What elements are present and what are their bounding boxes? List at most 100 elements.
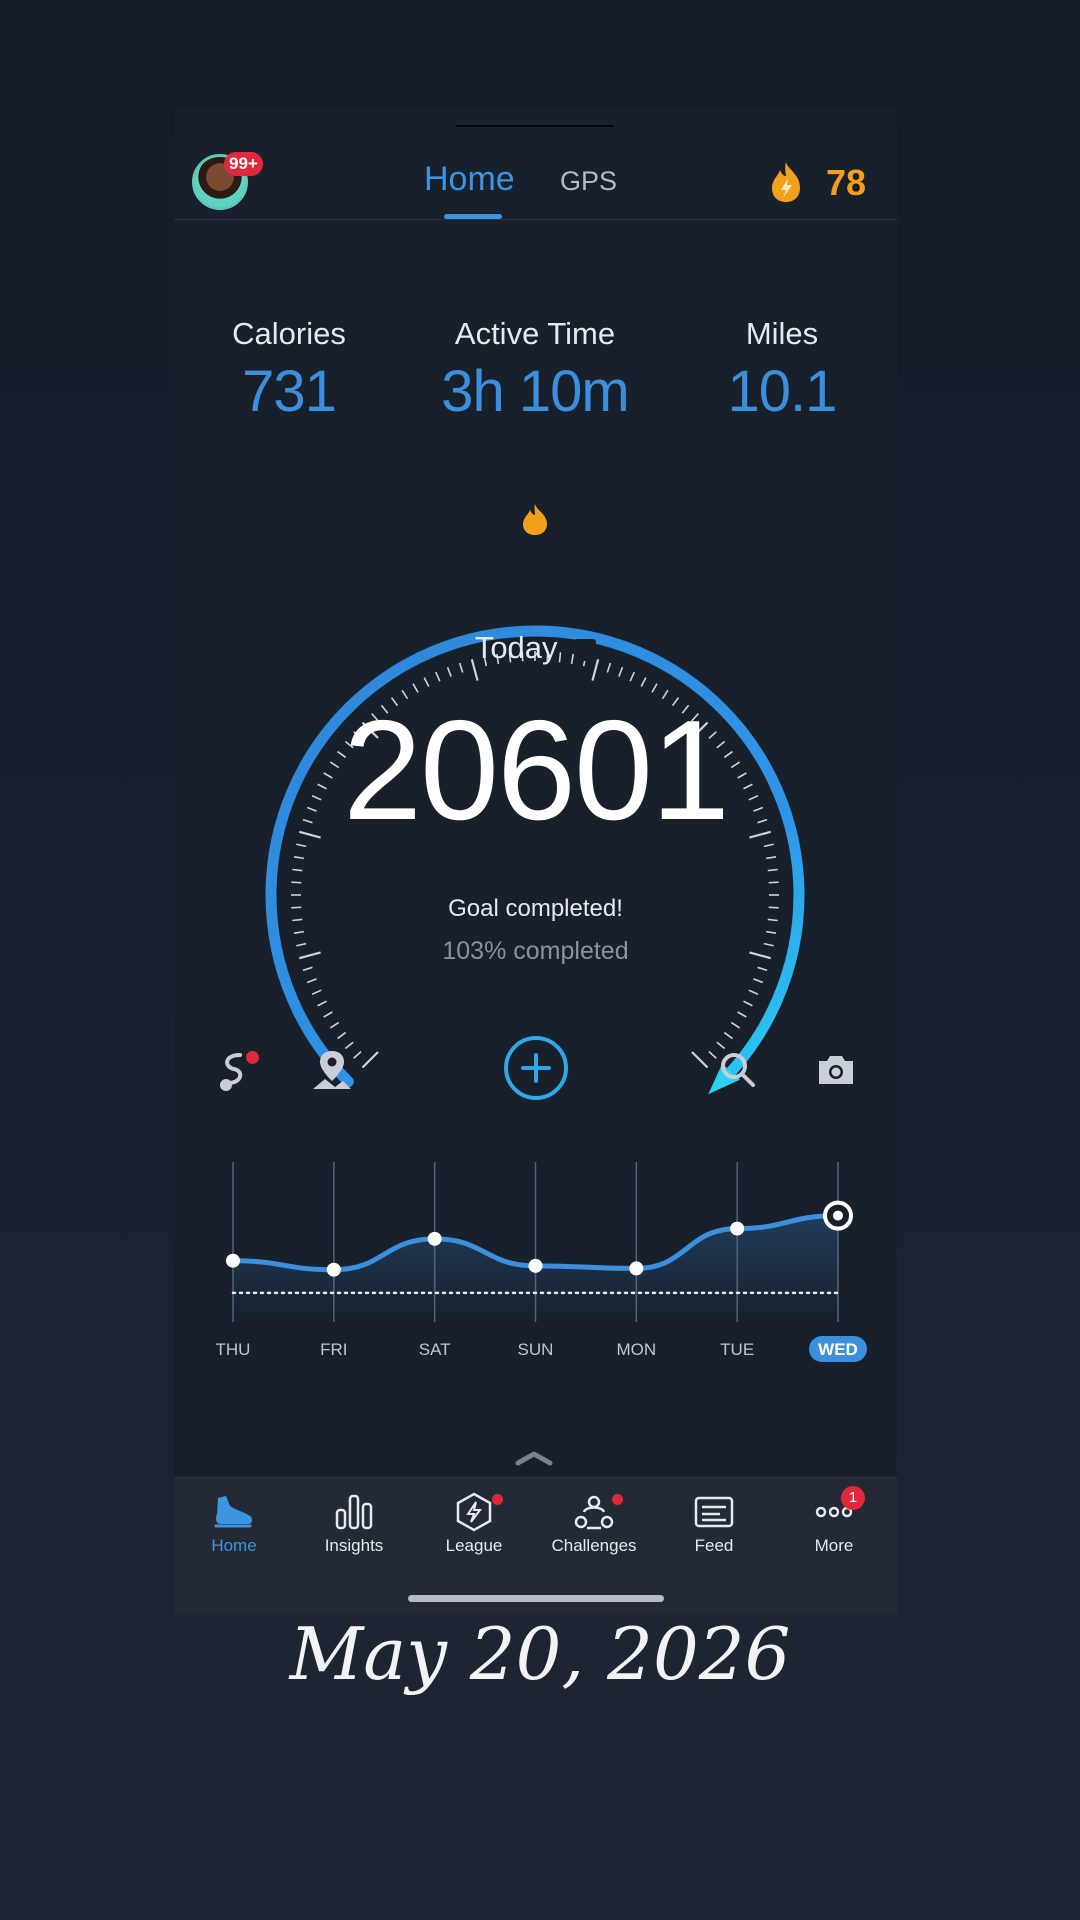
hexagon-bolt-icon <box>456 1492 492 1532</box>
goal-status: Goal completed! <box>448 895 623 922</box>
gauge-tick <box>306 978 317 984</box>
challenges-alert-dot <box>612 1494 623 1505</box>
gauge-tick <box>296 843 307 848</box>
gauge-tick <box>730 1021 741 1029</box>
search-icon <box>721 1053 755 1087</box>
nav-insights-label: Insights <box>324 1536 384 1555</box>
gauge-tick <box>723 1031 733 1040</box>
nav-feed-label: Feed <box>694 1536 734 1555</box>
bar-chart-icon <box>335 1494 373 1530</box>
period-selector[interactable]: Today <box>174 630 897 666</box>
gauge-tick <box>765 930 777 934</box>
gauge-tick <box>640 677 647 687</box>
gauge-tick <box>629 671 635 682</box>
gauge-tick <box>291 881 302 884</box>
nav-feed[interactable]: Feed <box>654 1490 774 1560</box>
day-label-thu[interactable]: THU <box>193 1340 273 1360</box>
calories-value: 731 <box>242 359 337 424</box>
nav-insights[interactable]: Insights <box>294 1490 414 1560</box>
day-label-sun[interactable]: SUN <box>496 1340 576 1360</box>
gauge-tick <box>311 989 322 995</box>
nav-home-label: Home <box>211 1536 257 1555</box>
miles-value: 10.1 <box>727 359 838 424</box>
weekly-steps-chart[interactable] <box>174 1150 897 1440</box>
gauge-tick <box>446 666 452 677</box>
day-label-tue[interactable]: TUE <box>697 1340 777 1360</box>
active-tab-indicator <box>444 214 502 219</box>
gauge-flame-icon <box>523 504 547 535</box>
active-time-stat[interactable]: Active Time 3h 10m <box>415 316 655 425</box>
day-label-wed[interactable]: WED <box>798 1340 878 1360</box>
calendar-icon <box>574 638 597 661</box>
add-icon <box>504 1036 568 1100</box>
home-indicator[interactable] <box>408 1595 664 1602</box>
steps-point[interactable] <box>730 1221 745 1236</box>
calories-stat[interactable]: Calories 731 <box>174 316 409 425</box>
gauge-tick <box>302 966 313 972</box>
day-label-fri[interactable]: FRI <box>294 1340 374 1360</box>
gauge-tick <box>743 1000 753 1007</box>
map-pin-icon <box>313 1051 351 1089</box>
add-activity-button[interactable] <box>502 1034 570 1102</box>
gauge-tick <box>757 966 768 972</box>
nav-challenges-label: Challenges <box>551 1536 637 1555</box>
nav-more-label: More <box>814 1536 854 1555</box>
period-label: Today <box>474 630 558 665</box>
top-bar: 99+ Home GPS 78 <box>174 110 897 220</box>
gauge-tick <box>753 978 764 984</box>
camera-icon <box>819 1056 853 1084</box>
steps-point[interactable] <box>629 1261 644 1276</box>
gauge-tick <box>361 1051 379 1069</box>
day-label-mon[interactable]: MON <box>596 1340 676 1360</box>
gauge-tick <box>618 666 624 677</box>
steps-point[interactable] <box>427 1231 442 1246</box>
miles-label: Miles <box>745 316 819 351</box>
gauge-tick <box>691 1051 709 1069</box>
gauge-tick <box>323 1011 333 1018</box>
nav-more[interactable]: 1 More <box>774 1486 894 1560</box>
gauge-tick <box>737 1011 747 1018</box>
goal-percent: 103% completed <box>442 937 629 965</box>
shoe-icon <box>214 1496 253 1528</box>
nav-challenges[interactable]: Challenges <box>534 1490 654 1560</box>
group-icon <box>574 1495 614 1530</box>
nav-league[interactable]: League <box>414 1490 534 1560</box>
tab-gps[interactable]: GPS <box>560 166 617 197</box>
streak-count[interactable]: 78 <box>826 162 866 204</box>
steps-point[interactable] <box>326 1262 341 1277</box>
gauge-tick <box>293 856 305 860</box>
gauge-tick <box>768 881 779 884</box>
active-time-label: Active Time <box>454 316 616 351</box>
tab-home[interactable]: Home <box>424 160 515 199</box>
gauge-tick <box>435 671 441 682</box>
active-time-value: 3h 10m <box>441 359 629 424</box>
flame-icon[interactable] <box>768 160 804 204</box>
gauge-tick <box>317 1000 327 1007</box>
nav-home[interactable]: Home <box>174 1490 294 1560</box>
gauge-tick <box>292 868 303 872</box>
step-count: 20601 <box>343 691 730 850</box>
league-alert-dot <box>492 1494 503 1505</box>
notification-badge: 99+ <box>224 152 263 176</box>
feed-icon <box>694 1496 734 1528</box>
more-badge: 1 <box>841 1486 865 1510</box>
calories-label: Calories <box>232 316 346 351</box>
nav-league-label: League <box>445 1536 503 1555</box>
steps-point[interactable] <box>226 1253 240 1268</box>
route-button[interactable] <box>204 1040 264 1100</box>
camera-button[interactable] <box>806 1040 866 1100</box>
gauge-tick <box>293 930 305 934</box>
miles-stat[interactable]: Miles 10.1 <box>662 316 897 425</box>
day-label-sat[interactable]: SAT <box>395 1340 475 1360</box>
map-button[interactable] <box>302 1040 362 1100</box>
gauge-tick <box>767 868 778 872</box>
chevron-up-icon[interactable] <box>514 1450 554 1466</box>
gauge-tick <box>423 677 430 687</box>
date-caption: May 20, 2026 <box>289 1612 791 1696</box>
steps-point[interactable] <box>528 1258 543 1273</box>
gauge-tick <box>337 1031 347 1040</box>
route-alert-dot <box>246 1051 259 1064</box>
search-button[interactable] <box>708 1040 768 1100</box>
gauge-tick <box>329 1021 340 1029</box>
gauge-tick <box>748 989 759 995</box>
